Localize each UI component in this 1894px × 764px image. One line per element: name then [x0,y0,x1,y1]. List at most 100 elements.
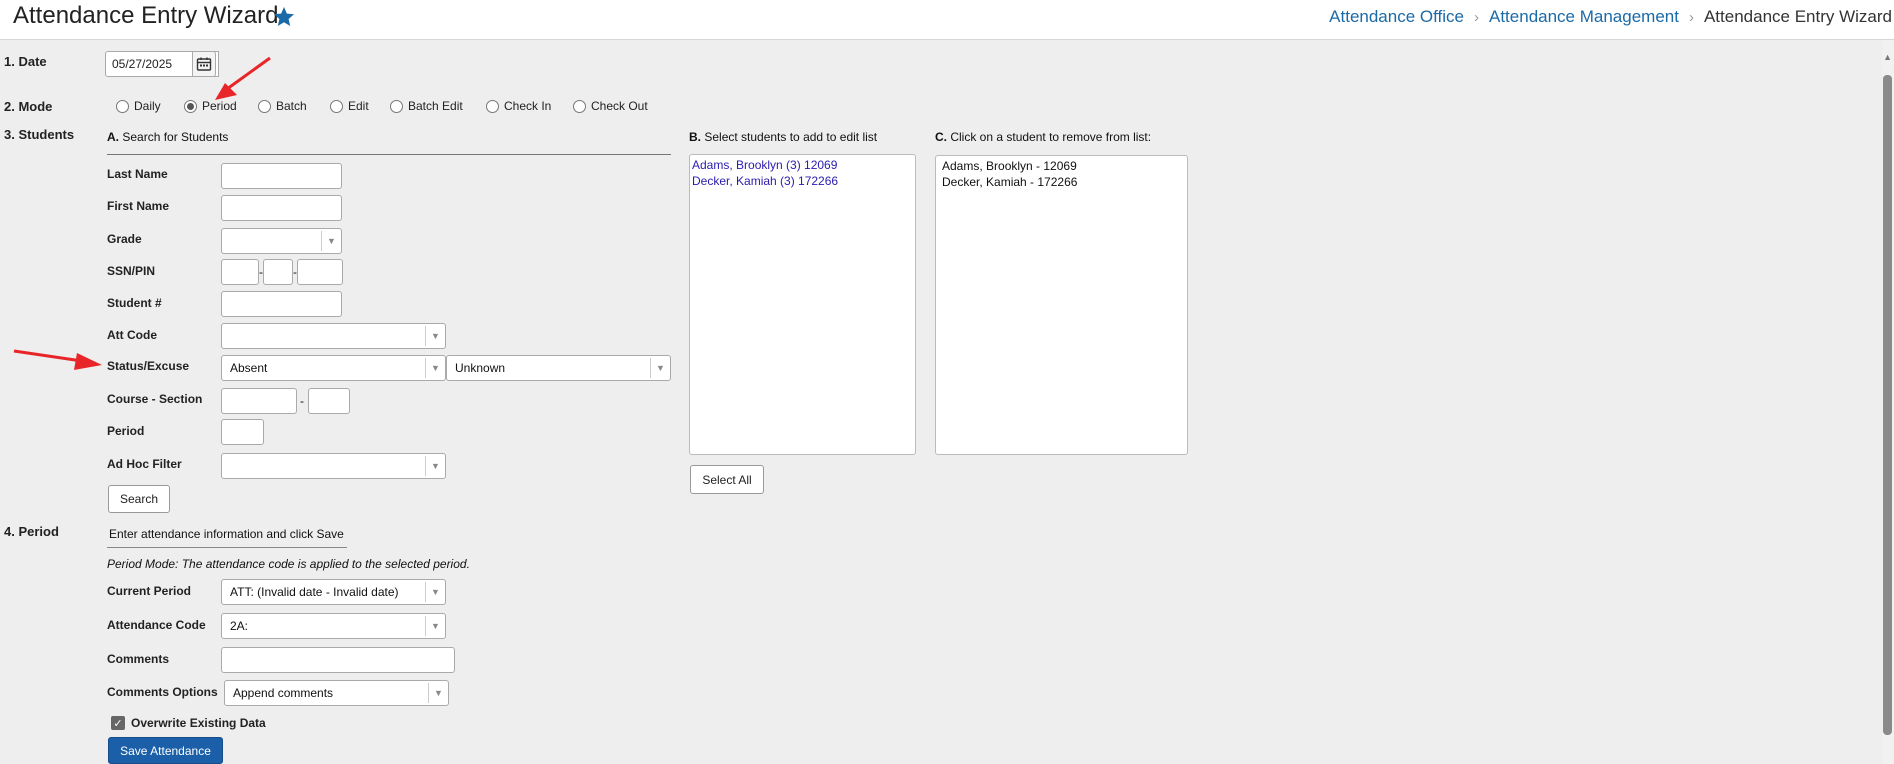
section-date-label: 1. Date [4,54,47,69]
list-b-heading: B. Select students to add to edit list [689,130,877,144]
overwrite-label: Overwrite Existing Data [131,716,266,730]
ssn-part1-input[interactable] [221,259,259,285]
chevron-right-icon: › [1474,8,1479,26]
section-students-label: 3. Students [4,127,75,142]
student-number-input[interactable] [221,291,342,317]
chevron-down-icon: ▼ [428,683,448,703]
select-all-button[interactable]: Select All [690,465,764,494]
overwrite-checkbox[interactable]: ✓ [111,716,125,730]
search-heading-letter: A. [107,130,119,144]
course-input[interactable] [221,388,297,414]
mode-daily-radio[interactable] [116,99,129,113]
search-button[interactable]: Search [108,485,170,513]
search-heading: A. Search for Students [107,130,228,144]
annotation-arrow-icon [215,56,271,100]
ssn-part2-input[interactable] [263,259,293,285]
mode-check-in-radio[interactable] [486,99,499,113]
mode-batch-edit-label: Batch Edit [408,99,463,113]
page-header: Attendance Entry Wizard Attendance Offic… [0,0,1894,40]
ssn-pin-label: SSN/PIN [107,264,156,278]
att-code-select[interactable]: ▼ [221,323,446,349]
favorite-star-icon[interactable] [272,5,296,29]
grade-select[interactable]: ▼ [221,228,342,254]
mode-daily-option[interactable]: Daily [116,99,161,113]
status-select-value: Absent [230,361,268,375]
annotation-arrow-icon [13,349,102,370]
student-search-results-list[interactable]: Adams, Brooklyn (3) 12069 Decker, Kamiah… [689,154,916,455]
mode-check-out-radio[interactable] [573,99,586,113]
selected-students-list[interactable]: Adams, Brooklyn - 12069 Decker, Kamiah -… [935,155,1188,455]
course-section-label: Course - Section [107,392,203,406]
list-item[interactable]: Adams, Brooklyn - 12069 [938,158,1185,174]
first-name-label: First Name [107,199,170,213]
comments-options-value: Append comments [233,686,334,700]
mode-check-out-label: Check Out [591,99,648,113]
mode-batch-edit-radio[interactable] [390,99,403,113]
first-name-input[interactable] [221,195,342,221]
current-period-value: ATT: (Invalid date - Invalid date) [230,585,399,599]
mode-batch-label: Batch [276,99,307,113]
chevron-down-icon: ▼ [425,616,445,636]
status-excuse-label: Status/Excuse [107,359,190,373]
period-instruction: Enter attendance information and click S… [109,527,344,541]
breadcrumb-current: Attendance Entry Wizard [1703,7,1892,26]
scroll-up-icon[interactable]: ▲ [1883,52,1892,62]
chevron-down-icon: ▼ [425,456,445,476]
period-input[interactable] [221,419,264,445]
page-title: Attendance Entry Wizard [13,2,279,29]
mode-edit-option[interactable]: Edit [330,99,369,113]
mode-daily-label: Daily [134,99,161,113]
list-item[interactable]: Adams, Brooklyn (3) 12069 [692,157,913,173]
comments-options-label: Comments Options [107,685,218,699]
current-period-label: Current Period [107,584,192,598]
list-b-heading-text: Select students to add to edit list [704,130,878,144]
chevron-down-icon: ▼ [425,358,445,378]
section-mode-label: 2. Mode [4,99,53,114]
breadcrumb: Attendance Office › Attendance Managemen… [1329,7,1892,27]
list-c-heading: C. Click on a student to remove from lis… [935,130,1151,144]
mode-check-in-label: Check In [504,99,552,113]
list-b-letter: B. [689,130,701,144]
search-divider [107,154,671,155]
last-name-label: Last Name [107,167,168,181]
ssn-part3-input[interactable] [297,259,343,285]
search-heading-text: Search for Students [122,130,229,144]
breadcrumb-attendance-office[interactable]: Attendance Office [1329,7,1464,27]
status-select[interactable]: Absent ▼ [221,355,446,381]
excuse-select[interactable]: Unknown ▼ [446,355,671,381]
breadcrumb-attendance-management[interactable]: Attendance Management [1489,7,1679,27]
period-divider [107,547,347,548]
comments-label: Comments [107,652,170,666]
comments-options-select[interactable]: Append comments ▼ [224,680,449,706]
section-period-label: 4. Period [4,524,59,539]
save-attendance-button[interactable]: Save Attendance [108,737,223,764]
grade-label: Grade [107,232,142,246]
mode-check-out-option[interactable]: Check Out [573,99,648,113]
mode-batch-edit-option[interactable]: Batch Edit [390,99,463,113]
section-input[interactable] [308,388,350,414]
chevron-down-icon: ▼ [425,326,445,346]
chevron-down-icon: ▼ [321,231,341,251]
list-item[interactable]: Decker, Kamiah (3) 172266 [692,173,913,189]
period-label: Period [107,424,145,438]
mode-edit-label: Edit [348,99,369,113]
last-name-input[interactable] [221,163,342,189]
chevron-right-icon: › [1688,8,1694,26]
comments-input[interactable] [221,647,455,673]
list-item[interactable]: Decker, Kamiah - 172266 [938,174,1185,190]
excuse-select-value: Unknown [455,361,506,375]
period-mode-note: Period Mode: The attendance code is appl… [107,557,470,571]
mode-period-radio[interactable] [184,99,197,113]
mode-edit-radio[interactable] [330,99,343,113]
scrollbar-thumb[interactable] [1883,75,1892,735]
list-c-heading-text: Click on a student to remove from list: [950,130,1152,144]
att-code-label: Att Code [107,328,157,342]
chevron-down-icon: ▼ [425,582,445,602]
mode-check-in-option[interactable]: Check In [486,99,551,113]
attendance-code-value: 2A: [230,619,249,633]
adhoc-filter-select[interactable]: ▼ [221,453,446,479]
attendance-code-select[interactable]: 2A: ▼ [221,613,446,639]
chevron-down-icon: ▼ [650,358,670,378]
current-period-select[interactable]: ATT: (Invalid date - Invalid date) ▼ [221,579,446,605]
student-number-label: Student # [107,296,162,310]
